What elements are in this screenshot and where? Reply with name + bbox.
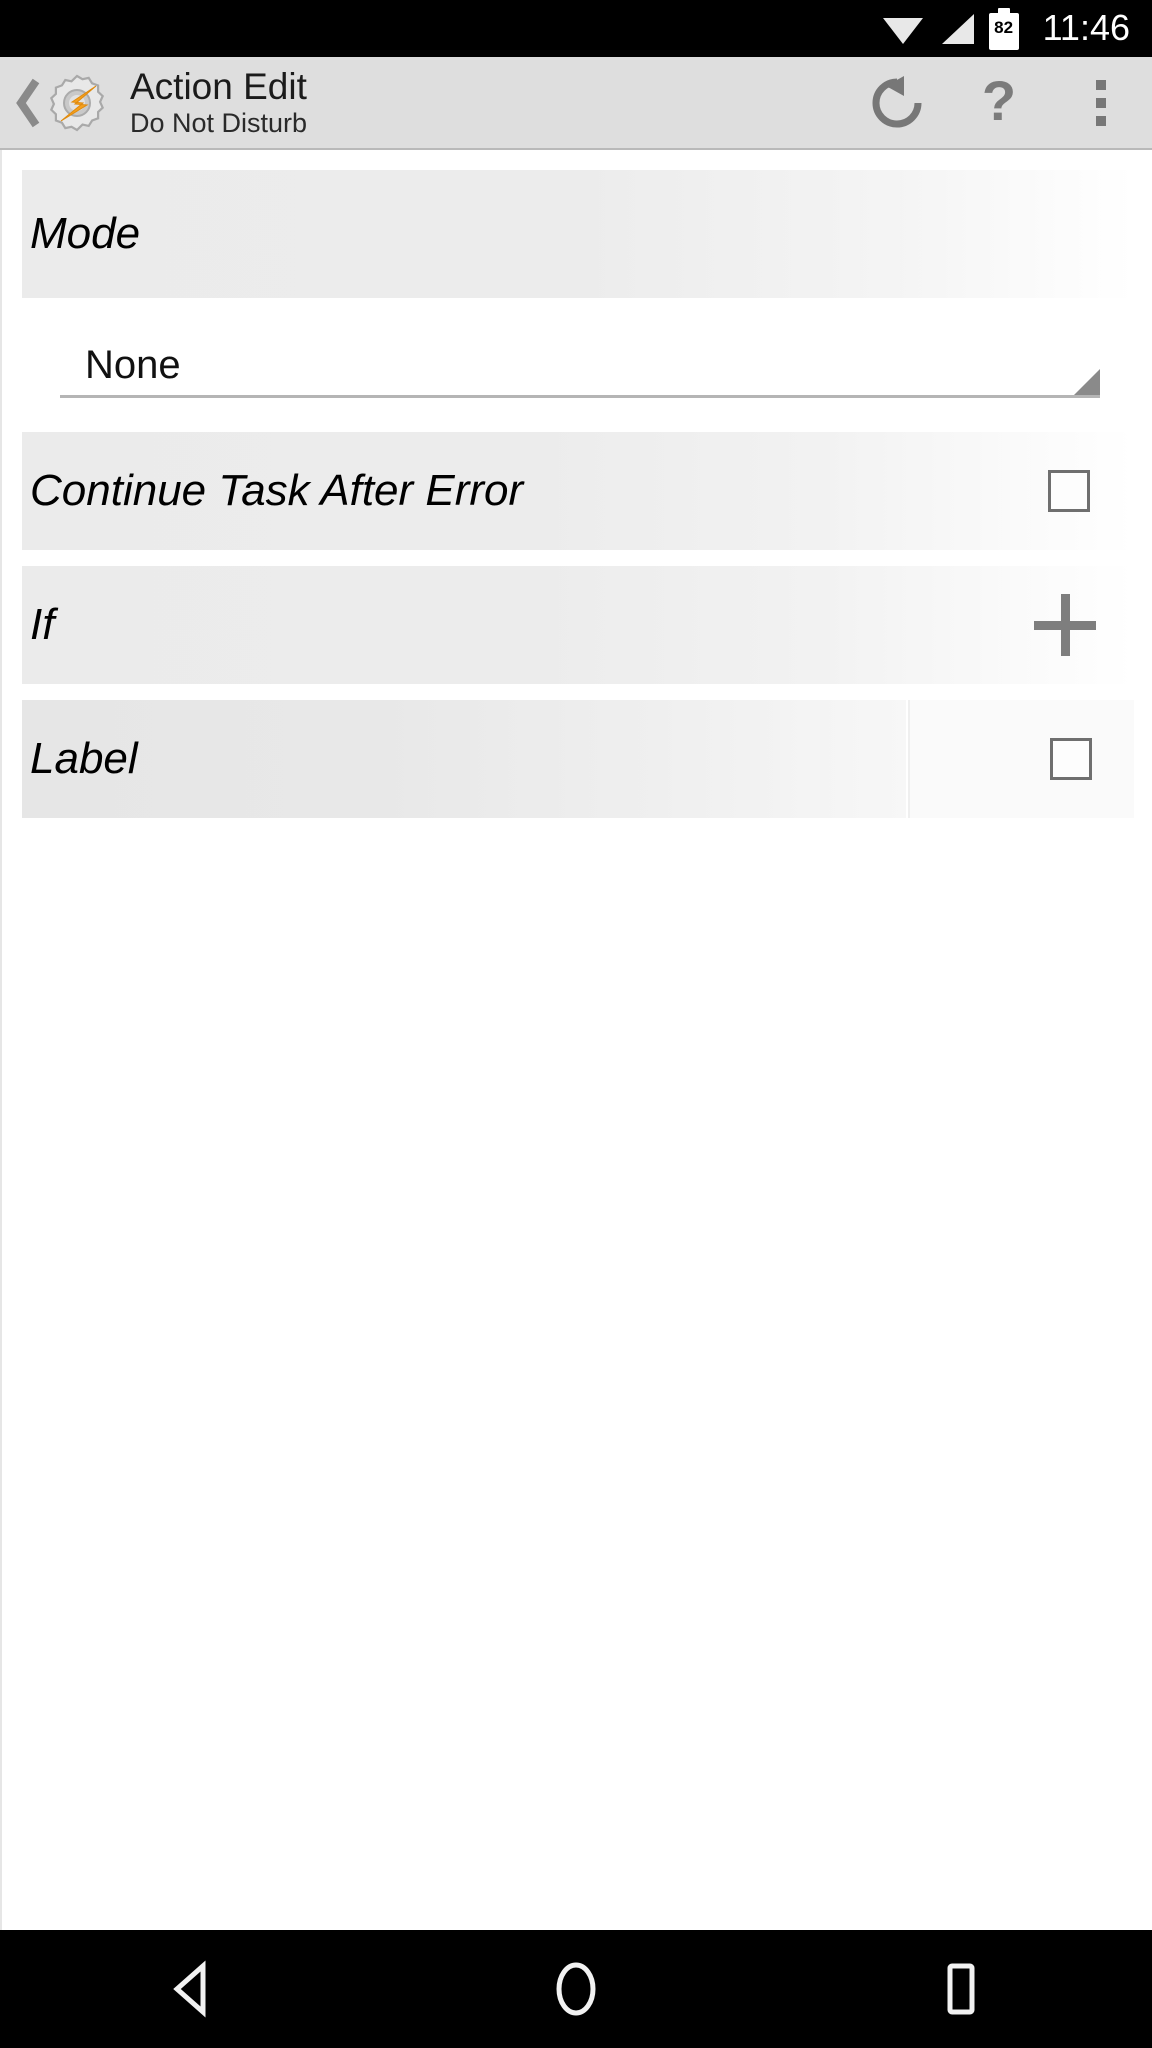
settings-content: Mode None Continue Task After Error If L…	[0, 150, 1152, 1930]
tasker-logo-icon[interactable]	[46, 72, 108, 134]
status-bar-icons: 82 11:46	[881, 6, 1130, 50]
nav-home-icon[interactable]	[384, 1958, 768, 2020]
clock-text: 11:46	[1042, 6, 1130, 48]
mode-spinner-value: None	[85, 343, 181, 387]
spinner-underline	[60, 395, 1100, 398]
help-icon[interactable]: ?	[948, 56, 1050, 149]
section-header-label: Mode	[30, 209, 141, 258]
plus-icon[interactable]	[1034, 594, 1096, 656]
reset-icon[interactable]	[846, 56, 948, 149]
label-checkbox[interactable]	[1050, 738, 1092, 780]
mode-spinner[interactable]: None	[60, 334, 1100, 416]
back-chevron-icon[interactable]	[0, 56, 44, 149]
row-label: Continue Task After Error	[30, 466, 524, 515]
overflow-dot	[1096, 79, 1106, 90]
dropdown-triangle-icon[interactable]	[1074, 369, 1100, 395]
overflow-dot	[1096, 115, 1106, 126]
battery-level-text: 82	[994, 17, 1014, 37]
battery-icon: 82	[988, 7, 1019, 50]
row-label: If	[30, 600, 55, 649]
row-continue-task-after-error[interactable]: Continue Task After Error	[22, 432, 1134, 550]
action-bar-actions: ?	[846, 56, 1152, 149]
app-screen: 82 11:46 Action Edit Do Not Disturb ? Mo…	[0, 0, 1152, 2048]
page-title: Action Edit	[130, 65, 307, 107]
row-label-setting[interactable]: Label	[22, 700, 1134, 818]
nav-recents-icon[interactable]	[768, 1960, 1152, 2018]
status-bar: 82 11:46	[0, 0, 1152, 57]
navigation-bar	[0, 1930, 1152, 2048]
nav-back-icon[interactable]	[0, 1960, 384, 2018]
wifi-icon	[881, 12, 925, 46]
overflow-dot	[1096, 97, 1106, 108]
label-checkbox-cell[interactable]	[908, 700, 1134, 818]
section-header-mode: Mode	[22, 170, 1134, 298]
action-bar-titles: Action Edit Do Not Disturb	[130, 65, 308, 139]
overflow-menu-icon[interactable]	[1050, 56, 1152, 149]
action-bar: Action Edit Do Not Disturb ?	[0, 57, 1152, 150]
row-gradient-strip	[22, 700, 906, 818]
row-label: Label	[30, 734, 138, 783]
continue-task-checkbox[interactable]	[1048, 470, 1090, 512]
svg-text:?: ?	[982, 72, 1016, 132]
row-if[interactable]: If	[22, 566, 1134, 684]
page-subtitle: Do Not Disturb	[130, 107, 308, 138]
cell-signal-icon	[938, 12, 976, 46]
